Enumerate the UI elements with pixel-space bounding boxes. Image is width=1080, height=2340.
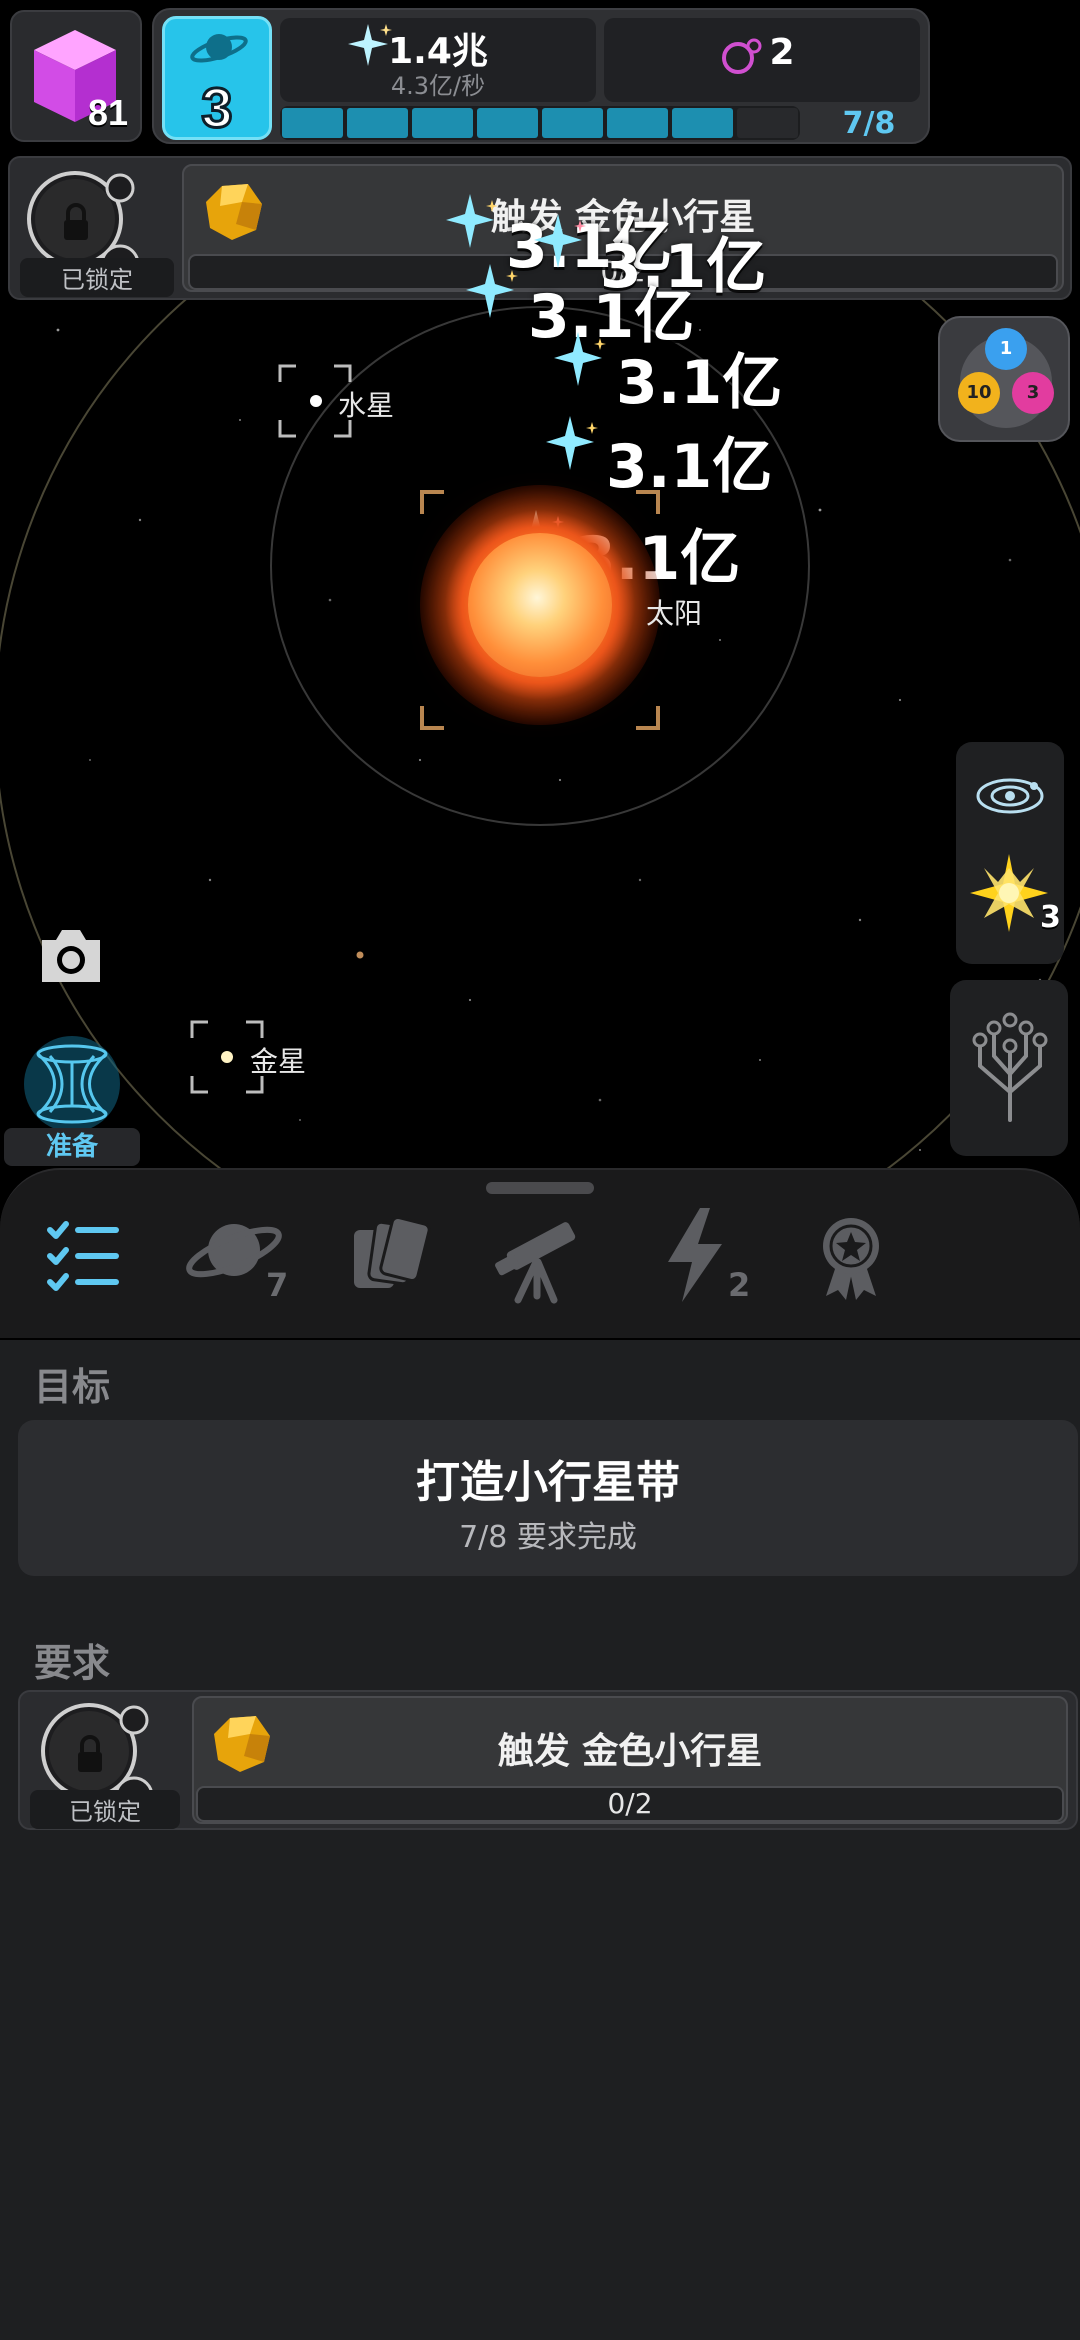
nav-tab-energy[interactable]: 2	[640, 1200, 750, 1310]
sun-target-bracket	[420, 490, 660, 730]
gem-count: 81	[87, 92, 128, 133]
side-tools-panel: 3	[956, 742, 1064, 964]
yellow-orb: 10	[958, 372, 1000, 414]
wormhole-icon[interactable]	[20, 1036, 124, 1132]
requirements-section-title: 要求	[34, 1641, 111, 1685]
planet-icon	[190, 34, 248, 63]
resource-orbs-button[interactable]: 1 10 3	[938, 316, 1070, 442]
sparkle-icon	[534, 214, 586, 268]
goal-subtitle: 7/8 要求完成	[459, 1520, 637, 1555]
skill-tree-button[interactable]	[950, 980, 1068, 1156]
star-burst-count: 3	[1040, 900, 1061, 935]
energy-badge: 2	[728, 1266, 751, 1304]
wormhole-ready-label[interactable]: 准备	[4, 1128, 140, 1166]
award-badge-icon	[823, 1218, 879, 1300]
progress-segment	[542, 108, 603, 138]
locked-label: 已锁定	[20, 258, 174, 297]
sparkle-icon	[446, 194, 498, 248]
moon-count: 2	[769, 32, 795, 73]
nav-tab-planets[interactable]: 7	[180, 1200, 290, 1310]
floating-income: 3.1亿	[616, 348, 783, 418]
locked-label: 已锁定	[30, 1790, 180, 1829]
planet-level-button[interactable]: 3	[162, 16, 272, 141]
venus-label: 金星	[250, 1045, 307, 1078]
requirement-item[interactable]: 已锁定 触发 金色小行星 0/2	[18, 1690, 1078, 1830]
gem-counter[interactable]: 81	[10, 10, 142, 142]
progress-segment	[477, 108, 538, 138]
sparkle-icon	[554, 332, 606, 386]
nav-tab-goals[interactable]	[30, 1200, 140, 1310]
progress-segment	[607, 108, 668, 138]
requirement-title: 触发 金色小行星	[497, 1731, 763, 1772]
sparkle-icon	[466, 264, 518, 318]
requirement-progress: 0/2	[196, 1786, 1064, 1822]
sparkle-icon	[546, 416, 598, 470]
top-hud: 3 1.4兆 4.3亿/秒 2 7/8	[152, 8, 930, 144]
goal-card[interactable]: 打造小行星带 7/8 要求完成	[18, 1420, 1078, 1576]
progress-segment	[672, 108, 733, 138]
progress-segment	[282, 108, 343, 138]
progress-segment	[347, 108, 408, 138]
telescope-icon	[495, 1222, 576, 1304]
level-progress-label: 7/8	[842, 106, 896, 141]
nav-tab-telescope[interactable]	[486, 1200, 596, 1310]
sun-label: 太阳	[646, 597, 703, 630]
camera-icon[interactable]	[36, 926, 106, 986]
tree-icon	[972, 1012, 1048, 1122]
planets-badge: 7	[266, 1266, 289, 1304]
nav-tab-cards[interactable]	[334, 1200, 444, 1310]
venus-planet[interactable]	[221, 1051, 233, 1063]
moon-stat: 2	[604, 18, 920, 102]
solar-system-icon[interactable]	[974, 768, 1046, 824]
requirement-card: 触发 金色小行星 0/2	[192, 1696, 1068, 1824]
planet-level-number: 3	[200, 75, 234, 141]
nav-tab-achievements[interactable]	[796, 1200, 906, 1310]
mercury-label: 水星	[338, 389, 395, 422]
blue-orb: 1	[985, 328, 1027, 370]
pink-orb: 3	[1012, 372, 1054, 414]
energy-rate: 4.3亿/秒	[390, 72, 486, 100]
progress-segment	[737, 108, 798, 138]
progress-segment	[412, 108, 473, 138]
cards-icon	[354, 1216, 431, 1288]
checklist-icon	[47, 1221, 119, 1291]
level-progress-bar	[280, 106, 800, 140]
goal-title: 打造小行星带	[416, 1457, 680, 1508]
drawer-handle[interactable]	[486, 1182, 594, 1194]
goal-section-title: 目标	[34, 1365, 111, 1409]
mercury-planet[interactable]	[310, 395, 322, 407]
energy-stat: 1.4兆 4.3亿/秒	[280, 18, 596, 102]
star-burst-icon[interactable]	[970, 854, 1048, 932]
